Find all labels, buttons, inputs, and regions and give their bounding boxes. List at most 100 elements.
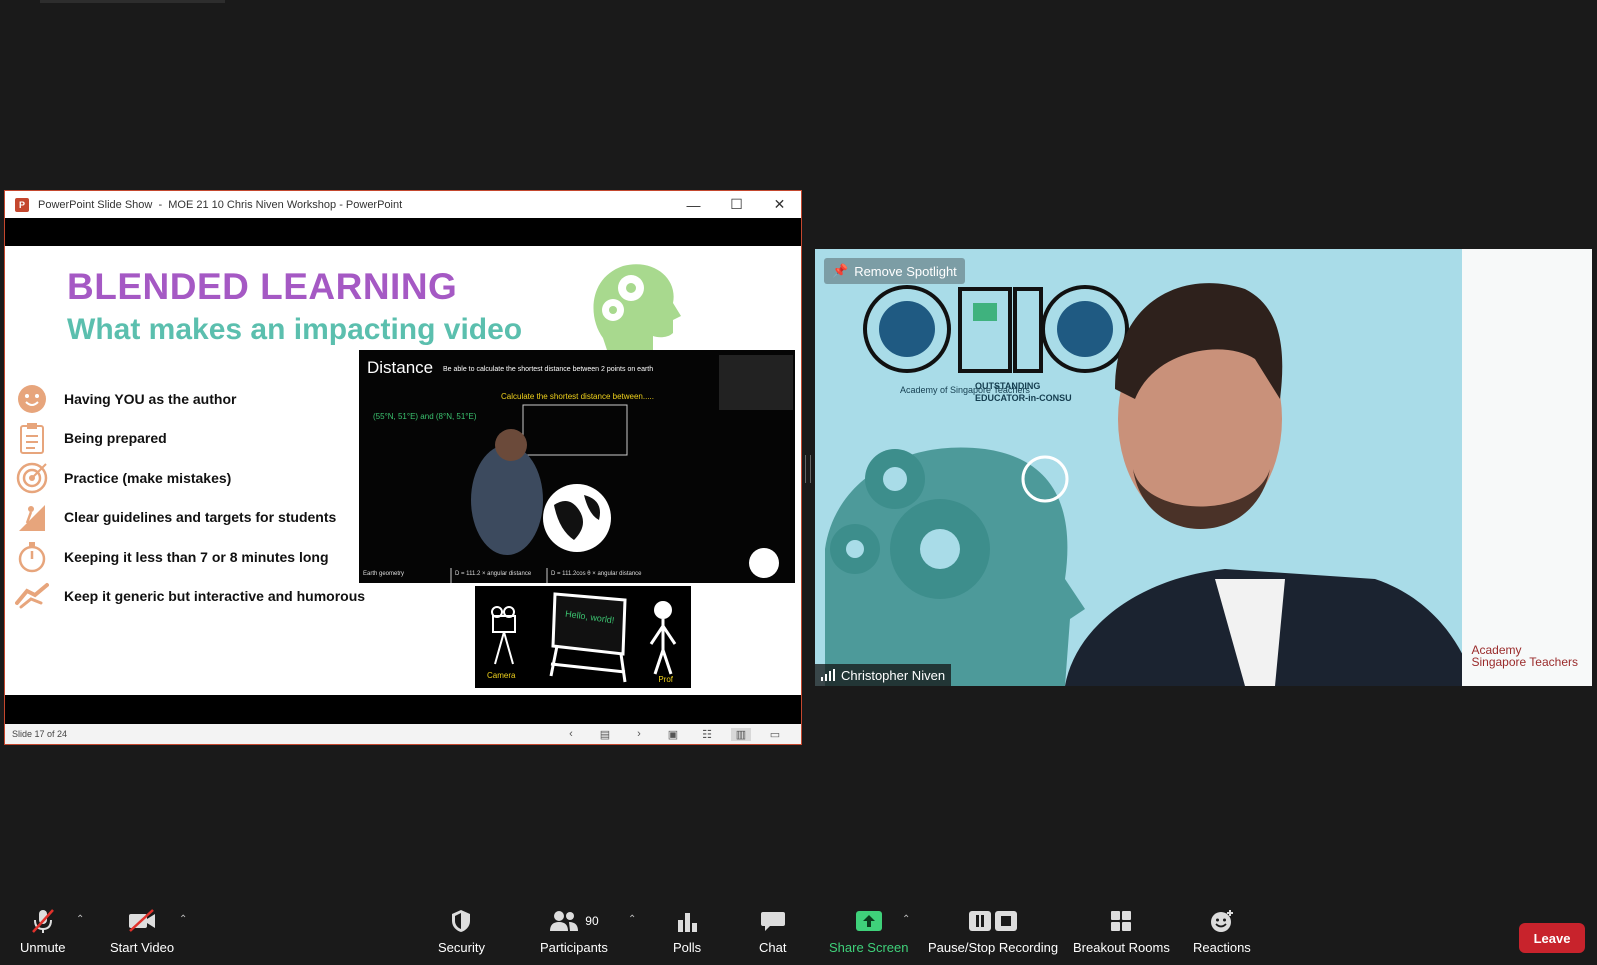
unmute-label: Unmute <box>20 940 66 955</box>
bullet-item: Keeping it less than 7 or 8 minutes long <box>15 540 329 574</box>
video-footer-text: D = 111.2cos θ × angular distance <box>551 571 642 577</box>
slide-counter: Slide 17 of 24 <box>12 729 68 739</box>
participants-label: Participants <box>540 940 608 955</box>
shield-icon <box>450 908 472 934</box>
top-strip <box>40 0 225 3</box>
reading-view-icon[interactable]: ▥ <box>731 727 751 741</box>
remove-spotlight-button[interactable]: 📌 Remove Spotlight <box>824 258 965 284</box>
polls-label: Polls <box>673 940 702 955</box>
start-video-button[interactable]: Start Video <box>110 908 174 955</box>
breakout-rooms-icon <box>1110 908 1132 934</box>
academy-logo-text: Academy Singapore Teachers <box>1471 644 1578 668</box>
academy-subtext: Singapore Teachers <box>1471 655 1578 669</box>
bullet-text: Having YOU as the author <box>64 391 237 407</box>
embedded-lecture-video[interactable]: Distance Be able to calculate the shorte… <box>359 350 795 583</box>
bullet-item: Having YOU as the author <box>15 382 236 416</box>
leave-button[interactable]: Leave <box>1519 923 1585 953</box>
participant-name: Christopher Niven <box>841 667 946 683</box>
bullet-text: Being prepared <box>64 430 167 446</box>
bullet-text: Practice (make mistakes) <box>64 470 232 486</box>
unmute-button[interactable]: Unmute <box>20 908 66 955</box>
slide-sorter-icon[interactable]: ☷ <box>697 728 717 741</box>
window-controls: — ☐ ✕ <box>672 191 801 218</box>
participants-icon: 90 <box>549 908 599 934</box>
security-label: Security <box>438 940 485 955</box>
bullet-item: Practice (make mistakes) <box>15 461 231 495</box>
security-button[interactable]: Security <box>438 908 485 955</box>
spotlight-video-feed[interactable]: Academy of Singapore Teachers OUTSTANDIN… <box>815 249 1592 686</box>
bullet-item: Clear guidelines and targets for student… <box>15 500 336 534</box>
participants-caret-icon[interactable]: ⌃ <box>628 914 636 925</box>
video-off-icon <box>127 908 157 934</box>
share-screen-button[interactable]: Share Screen <box>829 908 909 955</box>
slide-canvas[interactable]: BLENDED LEARNING What makes an impacting… <box>5 246 801 695</box>
reactions-smiley-icon <box>1210 908 1234 934</box>
video-options-caret-icon[interactable]: ⌃ <box>179 914 187 925</box>
clipboard-icon <box>15 421 49 455</box>
chat-bubble-icon <box>760 908 786 934</box>
chat-label: Chat <box>759 940 787 955</box>
bullet-item: Keep it generic but interactive and humo… <box>15 579 365 613</box>
handshake-icon <box>15 579 49 613</box>
climber-icon <box>15 500 49 534</box>
remove-spotlight-label: Remove Spotlight <box>854 263 957 279</box>
breakout-rooms-button[interactable]: Breakout Rooms <box>1073 908 1170 955</box>
participants-button[interactable]: 90 Participants <box>540 908 608 955</box>
recording-label: Pause/Stop Recording <box>928 940 1059 955</box>
ppt-window-title: PowerPoint Slide Show - MOE 21 10 Chris … <box>38 198 403 211</box>
pin-icon: 📌 <box>832 263 849 278</box>
slide-heading: BLENDED LEARNING <box>67 266 458 307</box>
chat-button[interactable]: Chat <box>759 908 786 955</box>
cartoon-illustration: Hello, world! Camera Prof <box>475 586 691 688</box>
prof-label: Prof <box>658 675 673 684</box>
minimize-button[interactable]: — <box>672 191 715 218</box>
pause-stop-recording-button[interactable]: Pause/Stop Recording <box>928 908 1058 955</box>
split-divider-handle[interactable] <box>805 455 811 483</box>
target-icon <box>15 461 49 495</box>
powerpoint-window[interactable]: P PowerPoint Slide Show - MOE 21 10 Chri… <box>4 190 802 745</box>
reactions-button[interactable]: Reactions <box>1193 908 1251 955</box>
background-right-panel <box>1462 249 1592 686</box>
ppt-statusbar: Slide 17 of 24 ‹ ▤ › ▣ ☷ ▥ ▭ <box>5 724 801 744</box>
zoom-meeting-window: P PowerPoint Slide Show - MOE 21 10 Chri… <box>0 0 1597 965</box>
video-footer-text: Earth geometry <box>363 571 405 577</box>
start-video-label: Start Video <box>110 940 175 955</box>
slide-subheading: What makes an impacting video <box>67 313 523 346</box>
bullet-text: Keep it generic but interactive and humo… <box>64 588 366 604</box>
slide-menu-icon[interactable]: ▤ <box>595 728 615 741</box>
maximize-button[interactable]: ☐ <box>715 191 758 218</box>
slide-letterbox-top <box>5 218 801 246</box>
powerpoint-logo-icon: P <box>15 197 29 212</box>
slideshow-view-icon[interactable]: ▭ <box>765 728 785 741</box>
slide-letterbox-bottom <box>5 695 801 724</box>
statusbar-controls: ‹ ▤ › ▣ ☷ ▥ ▭ <box>561 724 785 744</box>
previous-slide-icon[interactable]: ‹ <box>561 728 581 740</box>
muted-mic-icon <box>30 908 56 934</box>
meeting-toolbar: Unmute ⌃ Start Video ⌃ Security 90 Parti… <box>0 902 1597 965</box>
bullet-item: Being prepared <box>15 421 167 455</box>
smiley-icon <box>15 382 49 416</box>
bullet-text: Clear guidelines and targets for student… <box>64 509 337 525</box>
polls-button[interactable]: Polls <box>673 908 701 955</box>
ppt-titlebar[interactable]: P PowerPoint Slide Show - MOE 21 10 Chri… <box>5 191 801 218</box>
stopwatch-icon <box>15 540 49 574</box>
participant-name-tag: Christopher Niven <box>815 664 952 686</box>
breakout-rooms-label: Breakout Rooms <box>1073 940 1170 955</box>
signal-strength-icon <box>821 669 835 681</box>
participants-count: 90 <box>585 914 599 928</box>
video-scene-graphic <box>450 355 793 583</box>
bullet-text: Keeping it less than 7 or 8 minutes long <box>64 549 329 565</box>
polls-icon <box>676 908 698 934</box>
normal-view-icon[interactable]: ▣ <box>663 728 683 741</box>
camera-label: Camera <box>487 671 516 680</box>
share-screen-label: Share Screen <box>829 940 909 955</box>
oeic-line-2: EDUCATOR-in-CONSU <box>975 393 1072 403</box>
oeic-line-1: OUTSTANDING <box>975 381 1041 391</box>
pause-stop-icon <box>968 908 1018 934</box>
close-button[interactable]: ✕ <box>758 191 801 218</box>
audio-options-caret-icon[interactable]: ⌃ <box>76 914 84 925</box>
share-options-caret-icon[interactable]: ⌃ <box>902 914 910 925</box>
next-slide-icon[interactable]: › <box>629 728 649 740</box>
reactions-label: Reactions <box>1193 940 1251 955</box>
video-footer-text: D = 111.2 × angular distance <box>455 571 532 577</box>
